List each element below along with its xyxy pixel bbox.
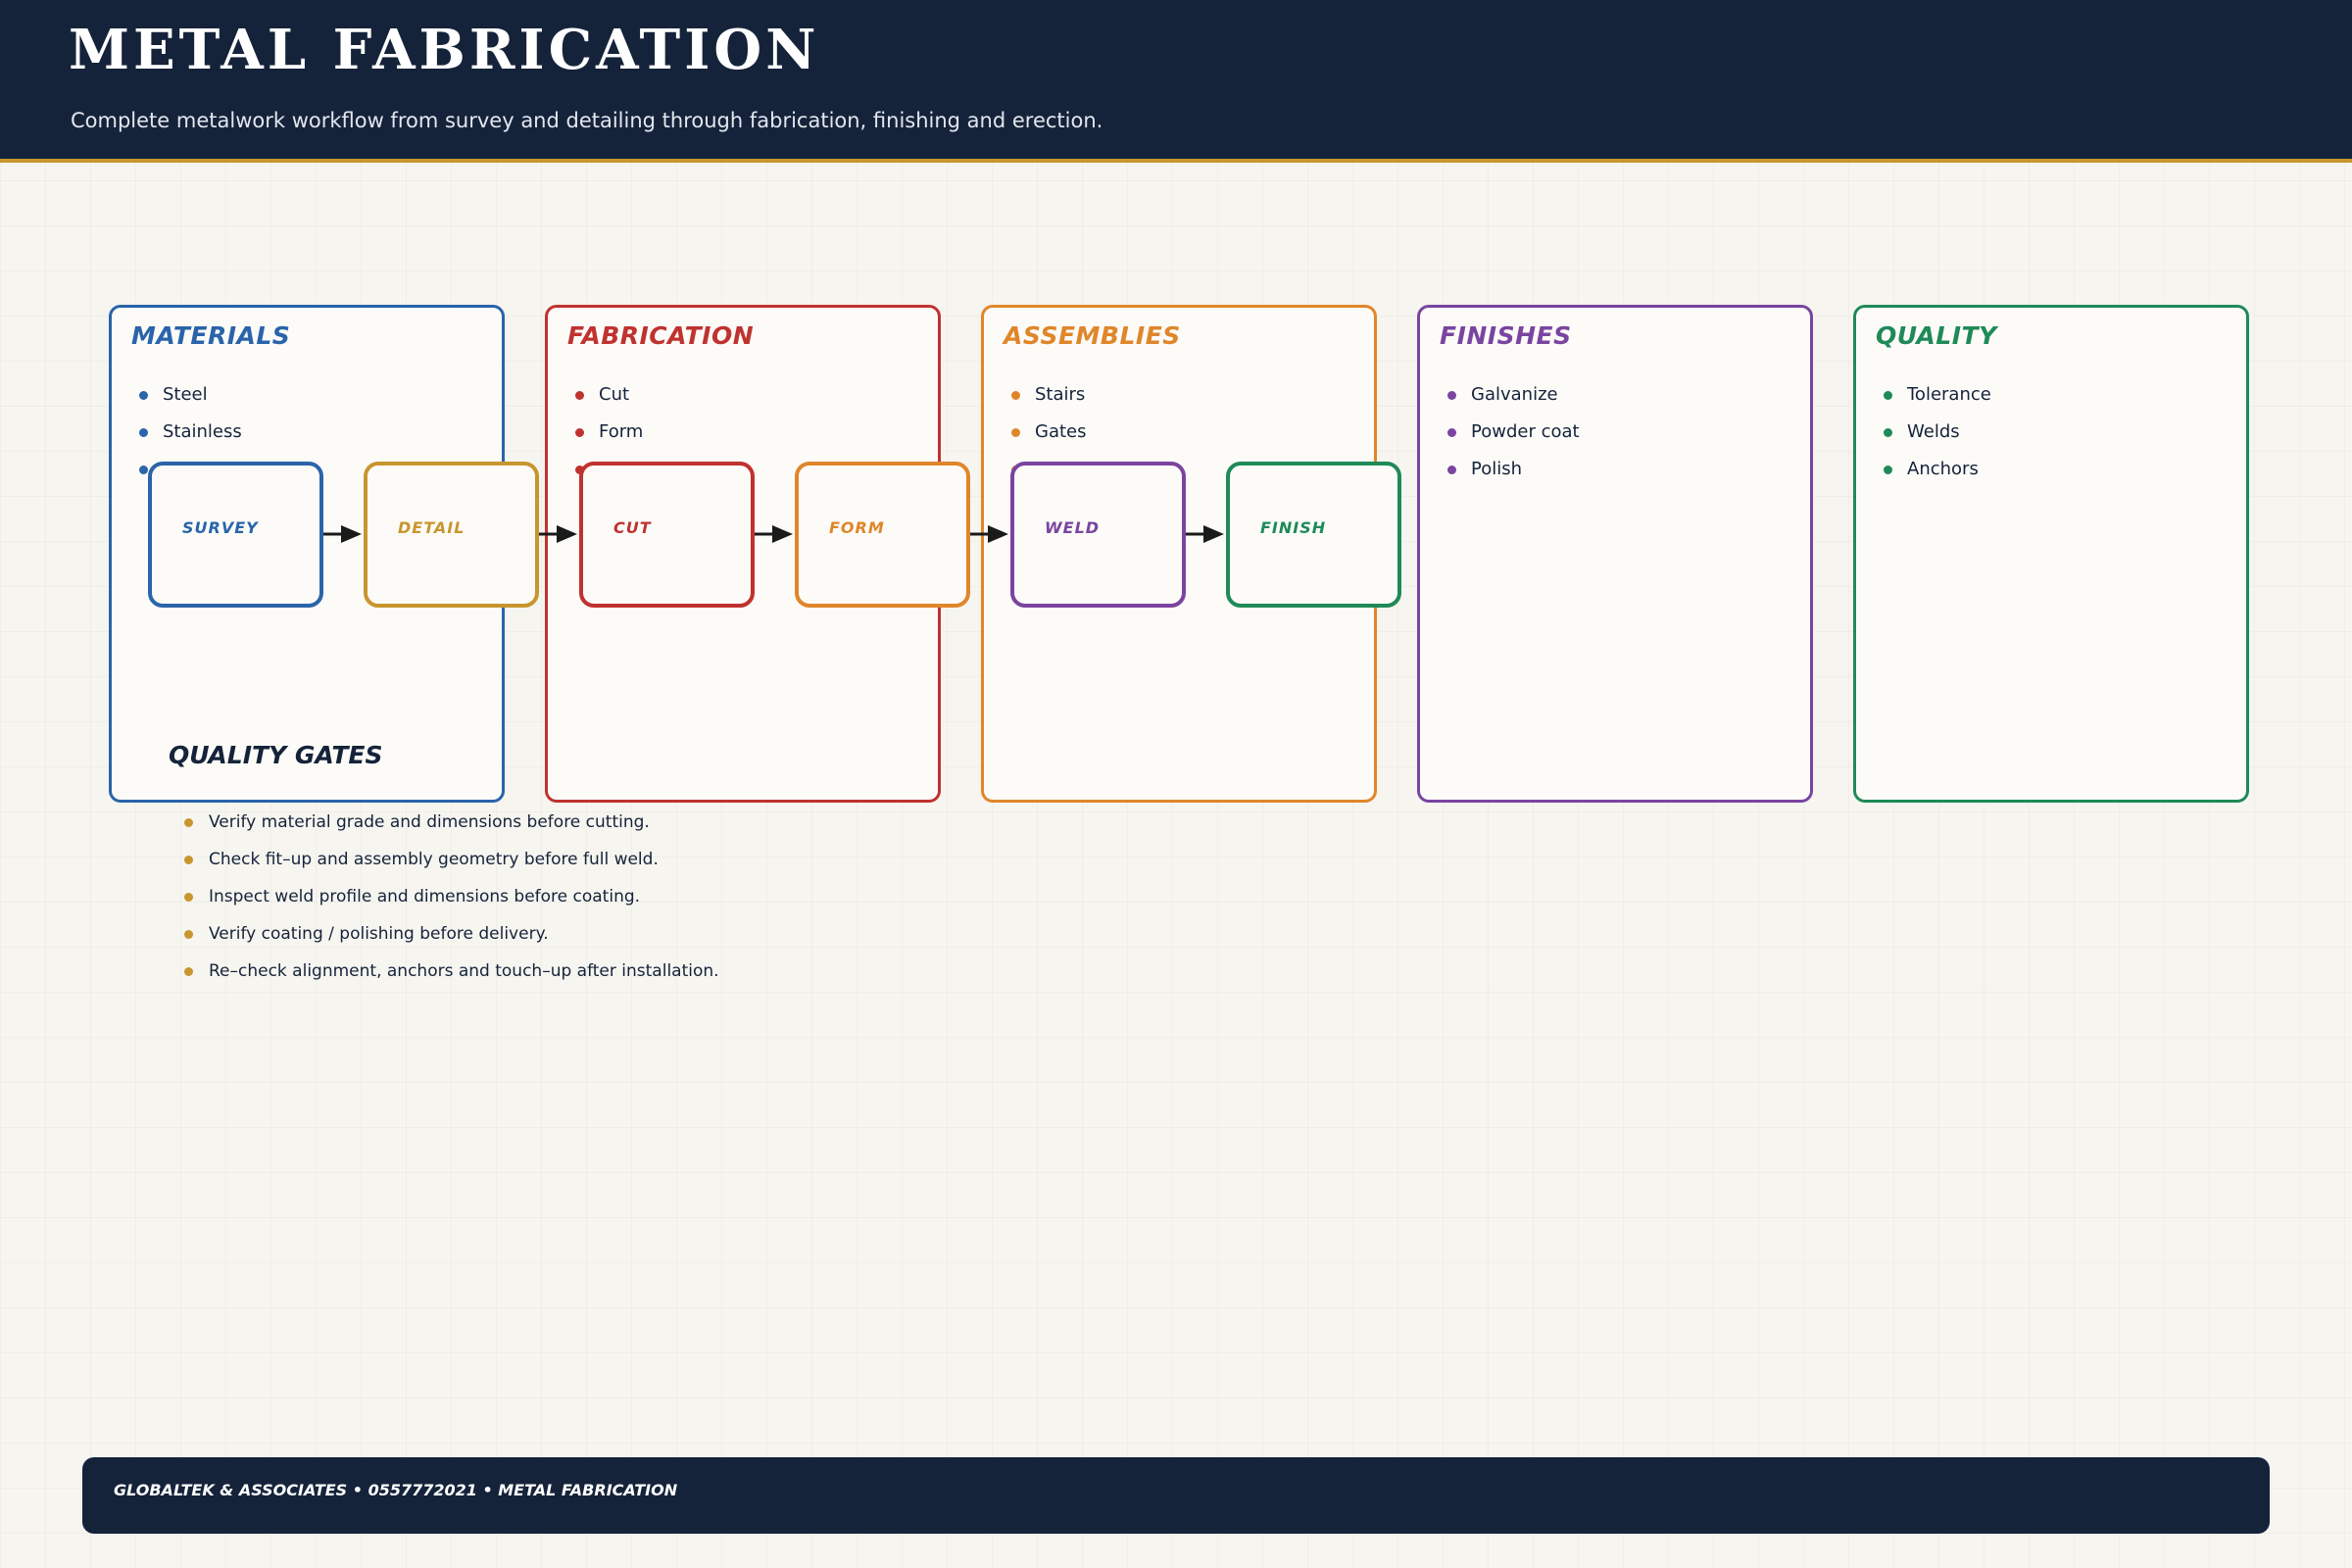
arrow-right-icon [755,525,793,543]
step-label: FINISH [1260,518,1327,537]
arrow-right-icon [323,525,362,543]
list-item-label: Verify coating / polishing before delive… [209,924,549,944]
bullet-icon [139,466,148,474]
bullet-icon [575,428,584,437]
bullet-icon [184,856,193,864]
bullet-icon [139,428,148,437]
quality-gates-title: QUALITY GATES [169,741,383,769]
list-item: Form [575,419,643,457]
list-item-label: Galvanize [1471,384,1558,405]
list-item: Verify coating / polishing before delive… [184,921,719,958]
step-finish[interactable]: FINISH [1226,462,1401,608]
list-item: Welds [1884,419,1991,457]
list-item-label: Cut [599,384,630,405]
step-form[interactable]: FORM [795,462,970,608]
panel-title: FINISHES [1440,321,1572,350]
list-item: Tolerance [1884,382,1991,419]
bullet-icon [139,391,148,400]
list-item: Stairs [1011,382,1087,419]
bullet-icon [184,893,193,902]
panel-list: Tolerance Welds Anchors [1884,382,1991,494]
footer-text: GLOBALTEK & ASSOCIATES • 0557772021 • ME… [114,1481,678,1499]
list-item-label: Welds [1907,421,1960,442]
list-item-label: Verify material grade and dimensions bef… [209,812,650,832]
bullet-icon [1884,391,1892,400]
bullet-icon [1447,428,1456,437]
step-label: DETAIL [398,518,466,537]
header-banner: METAL FABRICATION Complete metalwork wor… [0,0,2352,163]
list-item: Galvanize [1447,382,1580,419]
arrow-right-icon [539,525,577,543]
bullet-icon [184,967,193,976]
list-item: Gates [1011,419,1087,457]
list-item: Inspect weld profile and dimensions befo… [184,884,719,921]
list-item-label: Powder coat [1471,421,1580,442]
list-item-label: Re–check alignment, anchors and touch–up… [209,961,719,981]
bullet-icon [1011,428,1020,437]
list-item-label: Inspect weld profile and dimensions befo… [209,887,641,906]
list-item-label: Check fit–up and assembly geometry befor… [209,850,659,869]
step-weld[interactable]: WELD [1010,462,1186,608]
arrow-right-icon [970,525,1008,543]
step-label: CUT [613,518,652,537]
list-item-label: Gates [1035,421,1087,442]
page-subtitle: Complete metalwork workflow from survey … [71,109,1103,132]
list-item-label: Polish [1471,459,1523,479]
list-item-label: Form [599,421,644,442]
list-item-label: Anchors [1907,459,1979,479]
arrow-right-icon [1186,525,1224,543]
quality-gates-list: Verify material grade and dimensions bef… [184,809,719,996]
list-item: Stainless [139,419,242,457]
panel-title: MATERIALS [131,321,291,350]
bullet-icon [1447,466,1456,474]
list-item: Anchors [1884,457,1991,494]
panel-title: FABRICATION [567,321,755,350]
bullet-icon [1011,391,1020,400]
step-survey[interactable]: SURVEY [148,462,323,608]
panel-finishes: FINISHES Galvanize Powder coat Polish [1417,305,1813,803]
list-item: Re–check alignment, anchors and touch–up… [184,958,719,996]
bullet-icon [1447,391,1456,400]
bullet-icon [575,391,584,400]
list-item: Polish [1447,457,1580,494]
list-item: Steel [139,382,242,419]
page-title: METAL FABRICATION [69,18,820,82]
list-item-label: Stairs [1035,384,1086,405]
list-item: Powder coat [1447,419,1580,457]
list-item-label: Stainless [163,421,242,442]
panel-quality: QUALITY Tolerance Welds Anchors [1853,305,2249,803]
step-detail[interactable]: DETAIL [364,462,539,608]
list-item-label: Steel [163,384,208,405]
step-label: WELD [1045,518,1101,537]
step-label: FORM [829,518,885,537]
bullet-icon [1884,428,1892,437]
panel-title: QUALITY [1876,321,1997,350]
step-label: SURVEY [182,518,259,537]
bullet-icon [184,818,193,827]
list-item-label: Tolerance [1907,384,1991,405]
step-cut[interactable]: CUT [579,462,755,608]
panel-title: ASSEMBLIES [1004,321,1181,350]
bullet-icon [1884,466,1892,474]
list-item: Check fit–up and assembly geometry befor… [184,847,719,884]
bullet-icon [184,930,193,939]
list-item: Cut [575,382,643,419]
footer-bar: GLOBALTEK & ASSOCIATES • 0557772021 • ME… [82,1457,2270,1534]
list-item: Verify material grade and dimensions bef… [184,809,719,847]
panel-list: Galvanize Powder coat Polish [1447,382,1580,494]
